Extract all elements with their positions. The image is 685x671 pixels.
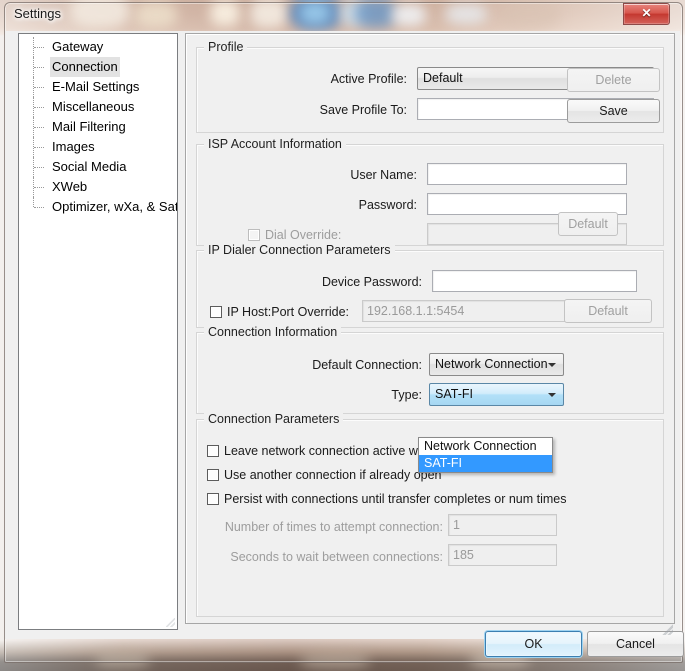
default-connection-value: Network Connection: [435, 357, 548, 371]
checkbox-box-icon: [210, 306, 222, 318]
sidebar-item-label: Miscellaneous: [52, 99, 135, 114]
settings-detail-panel: Profile Active Profile: Default Delete S…: [185, 33, 675, 624]
connection-type-dropdown-list[interactable]: Network Connection SAT-FI: [418, 437, 553, 473]
seconds-to-wait-label: Seconds to wait between connections:: [230, 550, 443, 564]
dropdown-option-sat-fi[interactable]: SAT-FI: [419, 455, 552, 472]
checkbox-box-icon: [207, 469, 219, 481]
sidebar-item-social-media[interactable]: Social Media: [19, 157, 177, 177]
type-label: Type:: [391, 388, 422, 402]
default-connection-combo[interactable]: Network Connection: [429, 353, 564, 376]
checkbox-box-icon: [207, 445, 219, 457]
password-label: Password:: [358, 198, 417, 212]
sidebar-item-label: Gateway: [52, 39, 104, 54]
sidebar-item-label: Mail Filtering: [52, 119, 126, 134]
sidebar-item-xweb[interactable]: XWeb: [19, 177, 177, 197]
persist-connections-checkbox[interactable]: Persist with connections until transfer …: [207, 491, 567, 507]
ip-host-port-override-checkbox[interactable]: IP Host:Port Override:: [210, 304, 349, 320]
tree-resize-grip-icon: [166, 618, 175, 627]
checkbox-box-icon: [248, 229, 260, 241]
sidebar-item-label: Optimizer, wXa, & Sat-Fi: [52, 199, 178, 214]
dial-override-label: Dial Override:: [265, 228, 342, 242]
window-title: Settings: [14, 6, 61, 21]
sidebar-item-gateway[interactable]: Gateway: [19, 37, 177, 57]
checkbox-box-icon: [207, 493, 219, 505]
window-resize-grip-icon[interactable]: [662, 624, 673, 635]
sidebar-item-label: Connection: [50, 57, 120, 77]
save-profile-to-label: Save Profile To:: [319, 103, 407, 117]
number-of-times-input[interactable]: 1: [448, 514, 557, 536]
save-button[interactable]: Save: [567, 99, 660, 123]
sidebar-item-e-mail-settings[interactable]: E-Mail Settings: [19, 77, 177, 97]
ip-host-port-override-label: IP Host:Port Override:: [227, 305, 350, 319]
dropdown-option-network-connection[interactable]: Network Connection: [419, 438, 552, 455]
profile-group-label: Profile: [204, 40, 248, 54]
active-profile-label: Active Profile:: [330, 72, 407, 86]
connection-type-combo[interactable]: SAT-FI: [429, 383, 564, 406]
connection-information-group: Connection Information Default Connectio…: [196, 325, 664, 414]
connection-information-group-label: Connection Information: [204, 325, 342, 339]
sidebar-item-miscellaneous[interactable]: Miscellaneous: [19, 97, 177, 117]
device-password-label: Device Password:: [321, 275, 422, 289]
chevron-down-icon: [548, 393, 556, 397]
device-password-input[interactable]: [432, 270, 637, 292]
title-bar[interactable]: Settings ✕: [0, 0, 685, 30]
ip-host-port-default-button[interactable]: Default: [564, 299, 652, 323]
ok-button[interactable]: OK: [485, 631, 582, 657]
ip-dialer-group-label: IP Dialer Connection Parameters: [204, 243, 395, 257]
close-window-button[interactable]: ✕: [623, 3, 670, 25]
user-name-input[interactable]: [427, 163, 627, 185]
sidebar-item-connection[interactable]: Connection: [19, 57, 177, 77]
dial-override-checkbox[interactable]: Dial Override:: [248, 227, 341, 243]
sidebar-item-label: XWeb: [52, 179, 88, 194]
sidebar-item-label: Social Media: [52, 159, 127, 174]
active-profile-value: Default: [423, 71, 463, 85]
dial-override-default-btn[interactable]: Default: [558, 212, 618, 236]
chevron-down-icon: [548, 363, 556, 367]
connection-type-value: SAT-FI: [435, 387, 473, 401]
isp-group-label: ISP Account Information: [204, 137, 346, 151]
user-name-label: User Name:: [350, 168, 417, 182]
use-another-connection-label: Use another connection if already open: [224, 468, 442, 482]
sidebar-item-mail-filtering[interactable]: Mail Filtering: [19, 117, 177, 137]
sidebar-item-images[interactable]: Images: [19, 137, 177, 157]
sidebar-item-optimizer-wxa-sat-fi[interactable]: Optimizer, wXa, & Sat-Fi: [19, 197, 177, 217]
settings-category-tree[interactable]: Gateway Connection E-Mail Settings Misce…: [18, 33, 178, 630]
number-of-times-label: Number of times to attempt connection:: [224, 520, 443, 534]
sidebar-item-label: E-Mail Settings: [52, 79, 140, 94]
connection-parameters-group-label: Connection Parameters: [204, 412, 344, 426]
default-connection-label: Default Connection:: [312, 358, 422, 372]
dialog-client-area: Gateway Connection E-Mail Settings Misce…: [5, 31, 684, 657]
tree-items-container: Gateway Connection E-Mail Settings Misce…: [19, 34, 177, 217]
seconds-to-wait-input[interactable]: 185: [448, 544, 557, 566]
ip-host-port-override-input[interactable]: 192.168.1.1:5454: [362, 300, 567, 322]
delete-button[interactable]: Delete: [567, 68, 660, 92]
use-another-connection-checkbox[interactable]: Use another connection if already open: [207, 467, 442, 483]
sidebar-item-label: Images: [52, 139, 95, 154]
close-icon: ✕: [641, 6, 652, 20]
persist-connections-label: Persist with connections until transfer …: [224, 492, 567, 506]
